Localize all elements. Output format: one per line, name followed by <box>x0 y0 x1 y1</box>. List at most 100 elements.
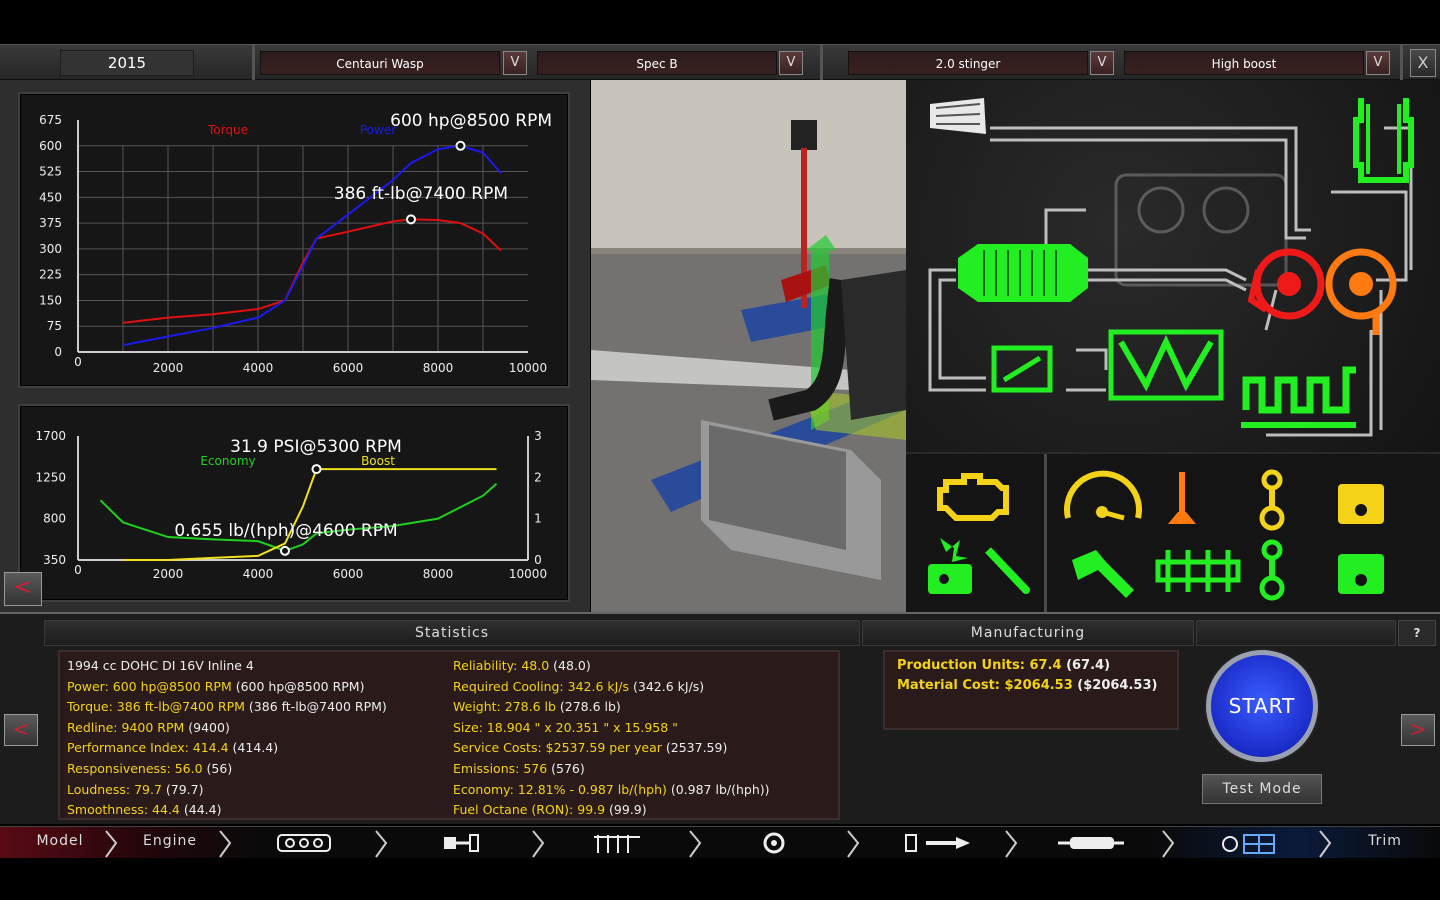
statistics-right-column: Reliability: 48.0 (48.0) Required Cooling… <box>453 656 770 821</box>
stat-value: (576) <box>547 760 585 776</box>
model-dropdown[interactable]: Centauri Wasp <box>260 51 500 75</box>
nav-chevron-icon <box>219 830 232 858</box>
engine-summary: 1994 cc DOHC DI 16V Inline 4 <box>67 658 254 673</box>
material-cost: Material Cost: $2064.53 ($2064.53) <box>897 678 1158 693</box>
piston-icon[interactable] <box>1338 484 1384 524</box>
stat-value: (44.4) <box>179 802 222 818</box>
crankshaft-tool-icon[interactable] <box>1072 550 1134 598</box>
stat-value: (278.6 lb) <box>555 699 621 715</box>
y-right-tick-label: 1 <box>534 512 542 526</box>
valve-icon[interactable] <box>1168 472 1196 524</box>
stat-value: (414.4) <box>228 740 279 756</box>
engine-check-icon[interactable] <box>937 473 1009 521</box>
intercooler-icon[interactable] <box>958 244 1088 302</box>
stat-row: Reliability: 48.0 (48.0) <box>453 656 770 677</box>
parts-panel <box>906 452 1440 614</box>
connecting-rod-icon[interactable] <box>1259 469 1285 531</box>
variant-dropdown-chevron-icon[interactable]: V <box>1366 51 1390 75</box>
testing-tab-icon[interactable] <box>1222 834 1275 854</box>
engine-dropdown[interactable]: 2.0 stinger <box>848 51 1088 75</box>
engine-3d-view[interactable] <box>591 80 906 612</box>
crankshaft-tab-icon[interactable] <box>444 834 479 852</box>
nav-chevron-icon <box>532 830 545 858</box>
torque-peak-annotation: 386 ft-lb@7400 RPM <box>334 184 508 204</box>
stat-value: (48.0) <box>549 658 591 673</box>
charts-panel: 0 75 150 225 300 375 450 525 600 675 0 2000 4000 6000… <box>0 80 590 612</box>
throttle-body-icon[interactable] <box>991 345 1053 393</box>
boost-economy-chart: 350 800 1250 1700 0 1 2 3 0 2000 4000 6000 8000 10000… <box>18 404 570 602</box>
y-tick-label: 0 <box>54 345 62 359</box>
fuel-tab-icon[interactable] <box>905 834 970 852</box>
nav-chevron-icon <box>1162 830 1175 858</box>
connecting-rod-icon-2[interactable] <box>1259 539 1285 601</box>
block-tab-icon[interactable] <box>277 834 331 852</box>
engine-block <box>841 270 906 420</box>
test-mode-button[interactable]: Test Mode <box>1202 774 1322 804</box>
stat-value: (386 ft-lb@7400 RPM) <box>244 699 387 715</box>
trim-dropdown-chevron-icon[interactable]: V <box>779 51 803 75</box>
y-right-tick-label: 2 <box>534 470 542 484</box>
boost-economy-chart-svg: 350 800 1250 1700 0 1 2 3 0 2000 4000 6000 8000 10000… <box>35 429 547 581</box>
intake-manifold-icon[interactable] <box>1108 329 1224 401</box>
stat-label: Emissions: 576 <box>453 760 548 776</box>
divider <box>252 45 255 81</box>
stat-label: Reliability: 48.0 <box>453 658 550 673</box>
stat-label: Loudness: 79.7 <box>67 781 162 797</box>
piston-damage-icon[interactable] <box>928 538 972 594</box>
nav-icons <box>105 830 1332 858</box>
air-filter-icon[interactable] <box>930 98 986 134</box>
y-right-tick-label: 3 <box>534 429 542 443</box>
stat-row: Loudness: 79.7 (79.7) <box>67 780 387 801</box>
exhaust-manifold-icon[interactable] <box>1241 366 1356 428</box>
chart-back-button[interactable]: < <box>4 572 42 606</box>
turbo-tab-icon[interactable] <box>763 832 785 854</box>
stat-row: Fuel Octane (RON): 99.9 (99.9) <box>453 800 770 821</box>
stat-label: Smoothness: 44.4 <box>67 802 180 818</box>
peak-marker <box>406 214 416 225</box>
navigation-bar: Model Engine Trim <box>0 826 1440 858</box>
stat-row: Redline: 9400 RPM (9400) <box>67 718 387 739</box>
stat-row: Size: 18.904 " x 20.351 " x 15.958 " <box>453 718 770 739</box>
back-button[interactable]: < <box>4 714 38 746</box>
stat-label: Performance Index: 414.4 <box>67 740 229 756</box>
stat-label: Size: 18.904 " x 20.351 " x 15.958 " <box>453 719 678 735</box>
wall-trim <box>591 248 906 254</box>
boost-gauge-icon[interactable] <box>1064 470 1142 521</box>
engine-dropdown-chevron-icon[interactable]: V <box>1090 51 1114 75</box>
stat-label: Power: 600 hp@8500 RPM <box>67 678 232 694</box>
legend-torque: Torque <box>207 123 248 137</box>
engine-schematic[interactable] <box>906 80 1440 452</box>
variant-dropdown[interactable]: High boost <box>1124 51 1364 75</box>
help-button[interactable]: ? <box>1398 620 1436 646</box>
production-units: Production Units: 67.4 (67.4) <box>897 658 1111 673</box>
manufacturing-header: Manufacturing <box>862 620 1194 646</box>
manufacturing-box: Production Units: 67.4 (67.4) Material C… <box>883 650 1179 730</box>
parts-icons-svg <box>928 469 1384 601</box>
turbo-turbine-icon[interactable] <box>1325 248 1397 335</box>
piston-icon-2[interactable] <box>1338 554 1384 594</box>
close-icon[interactable]: X <box>1410 49 1436 77</box>
x-tick-label: 2000 <box>153 567 184 581</box>
year-display[interactable]: 2015 <box>60 50 194 76</box>
model-dropdown-chevron-icon[interactable]: V <box>503 51 527 75</box>
head-tab-icon[interactable] <box>594 835 640 853</box>
y-tick-label: 300 <box>39 242 62 256</box>
peak-marker <box>280 545 290 556</box>
economy-peak-annotation: 0.655 lb/(hph)@4600 RPM <box>174 521 397 541</box>
exhaust-tab-icon[interactable] <box>1058 837 1124 849</box>
camshaft-icon[interactable] <box>1155 550 1241 592</box>
y-tick-label: 225 <box>39 268 62 282</box>
x-tick-label: 10000 <box>509 567 547 581</box>
exhaust-muffler-icon[interactable] <box>1353 98 1414 183</box>
stat-row: Performance Index: 414.4 (414.4) <box>67 738 387 759</box>
spark-plug-icon[interactable] <box>985 547 1030 594</box>
peak-marker <box>311 464 322 475</box>
forward-button[interactable]: > <box>1401 714 1435 746</box>
start-button[interactable]: START <box>1206 650 1318 762</box>
y-tick-label: 600 <box>39 139 62 153</box>
divider <box>820 45 823 81</box>
x-tick-label: 4000 <box>243 361 274 375</box>
y-tick-label: 75 <box>47 319 62 333</box>
y-tick-label: 800 <box>43 512 66 526</box>
trim-dropdown[interactable]: Spec B <box>537 51 777 75</box>
